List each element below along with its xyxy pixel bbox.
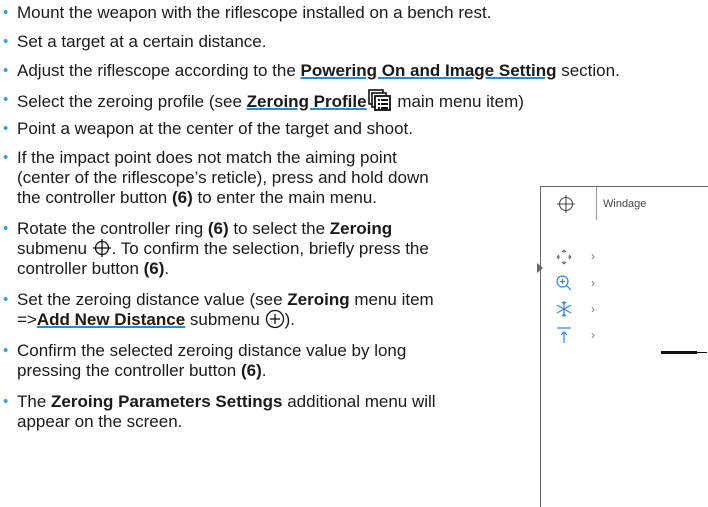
text-segment: submenu <box>185 310 265 329</box>
profile-list-icon <box>367 89 393 116</box>
scale-tick <box>697 352 707 353</box>
bullet-icon: • <box>3 220 9 237</box>
bullet-icon: • <box>3 62 9 79</box>
bullet-text: Point a weapon at the center of the targ… <box>17 119 413 138</box>
text-segment: . To confirm the selection, briefly pres… <box>111 239 429 258</box>
plus-circle-icon <box>265 309 285 334</box>
bullet-icon: • <box>3 149 9 166</box>
menu-ref: Zeroing Parameters Settings <box>51 392 283 411</box>
bullet-icon: • <box>3 33 9 50</box>
panel-title: Windage <box>603 198 647 210</box>
crosshair-icon <box>556 194 576 219</box>
chevron-right-icon: › <box>591 302 595 316</box>
chevron-right-icon: › <box>591 249 595 263</box>
link-add-new-distance[interactable]: Add New Distance <box>37 310 185 329</box>
bullet-text: pressing the controller button (6). <box>17 360 266 381</box>
text-segment: to select the <box>228 219 330 238</box>
text-segment: . <box>261 361 267 380</box>
bullet-icon: • <box>3 393 9 410</box>
text-segment: additional menu will <box>282 392 436 411</box>
button-ref: (6) <box>171 188 193 207</box>
arrow-up-bar-icon <box>554 325 574 350</box>
text-segment: submenu <box>17 239 92 258</box>
bullet-text: (center of the riflescope’s reticle), pr… <box>17 168 429 187</box>
text-segment: to enter the main menu. <box>192 188 378 207</box>
link-zeroing-profile[interactable]: Zeroing Profile <box>247 92 367 111</box>
chevron-right-icon: › <box>591 276 595 290</box>
bullet-text: The Zeroing Parameters Settings addition… <box>17 391 436 412</box>
text-segment: pressing the controller button <box>17 361 241 380</box>
bullet-text: Set the zeroing distance value (see Zero… <box>17 289 434 310</box>
text-segment: the controller button <box>17 188 172 207</box>
menu-ref: Zeroing <box>287 290 350 309</box>
text-segment: The <box>17 392 52 411</box>
bullet-text: If the impact point does not match the a… <box>17 148 397 167</box>
menu-ref: Zeroing <box>329 219 393 238</box>
link-powering-on[interactable]: Powering On and Image Setting <box>301 61 557 80</box>
bullet-icon: • <box>3 120 9 137</box>
bullet-icon: • <box>3 342 9 359</box>
bullet-text: Select the zeroing profile (see Zeroing … <box>17 89 524 116</box>
text-segment: Set the zeroing distance value (see <box>17 290 288 309</box>
selection-pointer-icon <box>537 263 543 273</box>
text-segment: menu item <box>349 290 434 309</box>
text-segment: controller button <box>17 259 144 278</box>
bullet-text: Mount the weapon with the riflescope ins… <box>17 3 492 22</box>
bullet-icon: • <box>3 291 9 308</box>
text-segment: Adjust the riflescope according to the <box>17 61 301 80</box>
snowflake-icon <box>554 299 574 324</box>
text-segment: Select the zeroing profile (see <box>17 92 247 111</box>
text-segment: section. <box>556 61 620 80</box>
button-ref: (6) <box>143 259 165 278</box>
bullet-text: =>Add New Distance submenu ). <box>17 309 295 334</box>
bullet-text: appear on the screen. <box>17 412 183 431</box>
zoom-plus-icon <box>554 273 574 298</box>
header-divider <box>596 187 597 220</box>
text-segment: . <box>164 259 170 278</box>
bullet-icon: • <box>3 91 9 108</box>
button-ref: (6) <box>240 361 262 380</box>
bullet-text: controller button (6). <box>17 258 169 279</box>
device-menu-panel: Windage › › › › <box>540 186 708 507</box>
text-segment: Rotate the controller ring <box>17 219 208 238</box>
bullet-text: Adjust the riflescope according to the P… <box>17 60 620 81</box>
scale-bar <box>661 351 697 354</box>
button-ref: (6) <box>207 219 229 238</box>
bullet-text: Confirm the selected zeroing distance va… <box>17 341 407 360</box>
bullet-text: Rotate the controller ring (6) to select… <box>17 218 392 239</box>
bullet-icon: • <box>3 4 9 21</box>
text-segment: main menu item) <box>392 92 524 111</box>
text-segment: => <box>17 310 37 329</box>
text-segment: ). <box>284 310 295 329</box>
move-arrows-icon <box>554 247 574 272</box>
chevron-right-icon: › <box>591 328 595 342</box>
bullet-text: the controller button (6) to enter the m… <box>17 187 377 208</box>
bullet-text: Set a target at a certain distance. <box>17 32 267 51</box>
